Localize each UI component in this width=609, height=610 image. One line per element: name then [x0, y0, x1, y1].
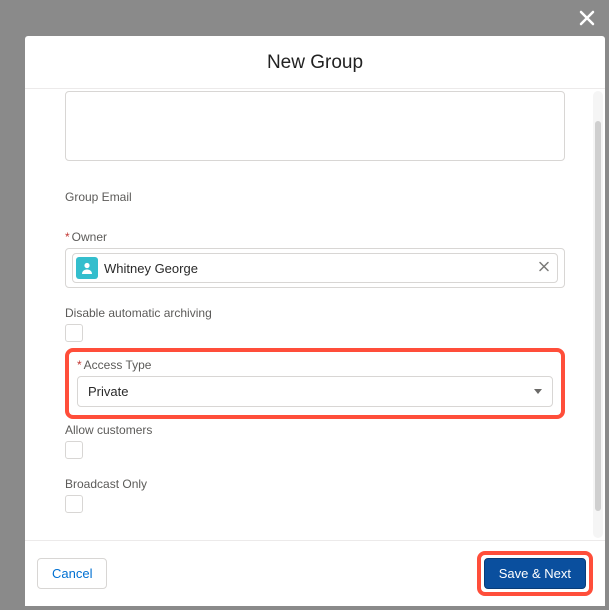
owner-field[interactable]: Whitney George — [65, 248, 565, 288]
allow-customers-label: Allow customers — [65, 423, 565, 437]
owner-label: *Owner — [65, 230, 565, 244]
owner-name: Whitney George — [104, 261, 198, 276]
chevron-down-icon — [534, 389, 542, 394]
access-type-label: *Access Type — [77, 358, 553, 372]
new-group-modal: New Group Group Email *Owner Whitney Geo… — [25, 36, 605, 606]
broadcast-only-checkbox[interactable] — [65, 495, 83, 513]
disable-archiving-checkbox[interactable] — [65, 324, 83, 342]
owner-pill: Whitney George — [72, 253, 558, 283]
avatar-icon — [76, 257, 98, 279]
scrollbar-track[interactable] — [593, 91, 603, 538]
modal-title: New Group — [267, 52, 363, 73]
disable-archiving-label: Disable automatic archiving — [65, 306, 565, 320]
save-next-button[interactable]: Save & Next — [484, 558, 586, 589]
close-icon[interactable] — [577, 8, 597, 28]
scrollbar-thumb[interactable] — [595, 121, 601, 511]
group-email-label: Group Email — [65, 190, 565, 204]
allow-customers-checkbox[interactable] — [65, 441, 83, 459]
modal-footer: Cancel Save & Next — [25, 540, 605, 606]
save-next-highlight: Save & Next — [477, 551, 593, 596]
clear-owner-icon[interactable] — [538, 261, 550, 276]
required-asterisk: * — [65, 230, 70, 244]
access-type-select[interactable]: Private — [77, 376, 553, 407]
broadcast-only-label: Broadcast Only — [65, 477, 565, 491]
required-asterisk: * — [77, 358, 82, 372]
access-type-highlight: *Access Type Private — [65, 348, 565, 419]
modal-body: Group Email *Owner Whitney George Disabl… — [25, 89, 605, 540]
access-type-value: Private — [88, 384, 128, 399]
modal-header: New Group — [25, 36, 605, 89]
cancel-button[interactable]: Cancel — [37, 558, 107, 589]
description-textarea[interactable] — [65, 91, 565, 161]
